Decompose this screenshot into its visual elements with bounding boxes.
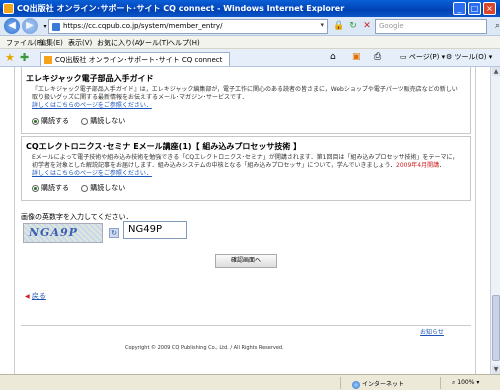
tab-toolbar-row: ★ ✚ CQ出版社 オンライン･サポート･サイト CQ connect ⌂ ▣ … (0, 49, 500, 67)
home-icon[interactable]: ⌂ (330, 52, 336, 62)
newsletter-desc-text: 『エレキジャック電子部品入手ガイド』は，エレキジャック編集部が，電子工作に関心の… (32, 86, 458, 101)
forward-icon[interactable]: ▶ (22, 18, 38, 34)
newsletter-subscribe-label: 購読する (41, 117, 69, 125)
address-url: https://cc.cqpub.co.jp/system/member_ent… (63, 22, 223, 30)
newsletter-options: 購読する 購読しない (32, 116, 135, 126)
lock-icon[interactable]: 🔒 (332, 20, 346, 33)
newsletter-details-link[interactable]: 詳しくはこちらのページをご参照ください． (32, 102, 152, 109)
search-placeholder: Google (379, 22, 404, 30)
seminar-unsubscribe-label: 購読しない (90, 184, 126, 192)
scroll-down-icon[interactable]: ▼ (492, 365, 500, 374)
add-favorites-icon[interactable]: ✚ (20, 51, 29, 64)
back-link-label: 戻る (31, 292, 46, 300)
status-divider (340, 377, 341, 389)
menu-help[interactable]: ヘルプ(H) (168, 38, 200, 48)
seminar-unsubscribe-radio[interactable] (81, 184, 89, 192)
seminar-section: CQエレクトロニクス･セミナ Eメール講座(1)【 組み込みプロセッサ技術 】 … (21, 136, 471, 201)
page-body: エレキジャック電子部品入手ガイド 『エレキジャック電子部品入手ガイド』は，エレキ… (14, 67, 476, 374)
menu-edit[interactable]: 編集(E) (39, 38, 63, 48)
menu-file[interactable]: ファイル(F) (6, 38, 44, 48)
menu-bar: ファイル(F) 編集(E) 表示(V) お気に入り(A) ツール(T) ヘルプ(… (0, 36, 500, 49)
seminar-subscribe-label: 購読する (41, 184, 69, 192)
feeds-icon[interactable]: ▣ (352, 52, 361, 62)
back-icon[interactable]: ◀ (4, 18, 20, 34)
tab-current[interactable]: CQ出版社 オンライン･サポート･サイト CQ connect (40, 52, 230, 66)
captcha-label: 画像の英数字を入力してください． (21, 213, 133, 221)
newsletter-subscribe-radio[interactable] (32, 117, 39, 125)
window-title: CQ出版社 オンライン･サポート･サイト CQ connect - Window… (17, 4, 345, 13)
minimize-button[interactable]: _ (453, 2, 466, 15)
seminar-desc-text: Eメールによって電子技術や組み込み技術を勉強できる「CQエレクトロニクス･セミナ… (32, 154, 459, 169)
close-button[interactable]: × (483, 2, 496, 15)
refresh-icon[interactable]: ↻ (346, 20, 360, 33)
newsletter-section: エレキジャック電子部品入手ガイド 『エレキジャック電子部品入手ガイド』は，エレキ… (21, 67, 471, 134)
menu-tools[interactable]: ツール(T) (138, 38, 169, 48)
menu-favorites[interactable]: お気に入り(A) (97, 38, 142, 48)
status-zone-label: インターネット (362, 381, 405, 388)
copyright: Copyright © 2009 CQ Publishing Co., Ltd.… (125, 345, 284, 351)
newsletter-unsubscribe-radio[interactable] (81, 117, 89, 125)
confirm-button[interactable]: 確認画面へ (215, 254, 277, 268)
search-icon[interactable]: ⌕ (495, 21, 500, 31)
status-bar: インターネット ⌕ 100% ▾ (0, 374, 500, 390)
menu-view[interactable]: 表示(V) (68, 38, 92, 48)
seminar-details-link[interactable]: 詳しくはこちらのページをご参照ください． (32, 170, 152, 177)
seminar-start-date: 2009年4月開講 (396, 162, 440, 169)
page-viewport: エレキジャック電子部品入手ガイド 『エレキジャック電子部品入手ガイド』は，エレキ… (0, 67, 490, 374)
print-icon[interactable]: ⎙ (374, 52, 381, 62)
address-input[interactable]: https://cc.cqpub.co.jp/system/member_ent… (48, 19, 328, 34)
tools-menu[interactable]: ⚙ ツール(O) ▾ (446, 52, 492, 62)
page-menu[interactable]: ▭ ページ(P) ▾ (400, 52, 445, 62)
status-zone: インターネット (352, 379, 404, 389)
newsletter-description: 『エレキジャック電子部品入手ガイド』は，エレキジャック編集部が，電子工作に関心の… (32, 86, 462, 110)
captcha-input[interactable]: NG49P (123, 221, 187, 239)
internet-zone-icon (352, 380, 360, 389)
back-arrow-icon: ◀ (25, 293, 30, 300)
page-menu-label: ページ(P) (408, 53, 440, 61)
status-divider-2 (440, 377, 441, 389)
stop-icon[interactable]: ✕ (360, 20, 374, 33)
address-dropdown-icon[interactable]: ▾ (320, 21, 324, 29)
newsletter-unsubscribe-label: 購読しない (90, 117, 126, 125)
tab-label: CQ出版社 オンライン･サポート･サイト CQ connect (55, 56, 223, 64)
zoom-icon: ⌕ (452, 379, 456, 386)
seminar-subscribe-radio[interactable] (32, 184, 39, 192)
page-icon (52, 23, 60, 31)
zoom-control[interactable]: ⌕ 100% ▾ (452, 379, 479, 387)
seminar-title: CQエレクトロニクス･セミナ Eメール講座(1)【 組み込みプロセッサ技術 】 (26, 142, 302, 151)
notice-link[interactable]: お知らせ (420, 327, 444, 336)
footer-divider (21, 325, 471, 326)
zoom-level: 100% (457, 379, 475, 386)
maximize-button[interactable]: □ (468, 2, 481, 15)
seminar-description: Eメールによって電子技術や組み込み技術を勉強できる「CQエレクトロニクス･セミナ… (32, 154, 462, 178)
vertical-scrollbar[interactable]: ▲ ▼ (490, 67, 500, 374)
search-input[interactable]: Google ⌕ (375, 19, 500, 34)
ie-app-icon (3, 3, 14, 14)
scroll-thumb[interactable] (492, 295, 500, 361)
tools-menu-label: ツール(O) (454, 53, 487, 61)
tab-page-icon (44, 56, 52, 64)
captcha-image: NGA9P (23, 223, 103, 243)
captcha-refresh-icon[interactable]: ↻ (109, 228, 119, 238)
scroll-up-icon[interactable]: ▲ (492, 67, 500, 76)
address-row: ◀ ▶ ▾ https://cc.cqpub.co.jp/system/memb… (0, 17, 500, 36)
seminar-options: 購読する 購読しない (32, 183, 135, 193)
newsletter-title: エレキジャック電子部品入手ガイド (26, 74, 154, 83)
back-link[interactable]: ◀ 戻る (25, 291, 46, 301)
title-bar: CQ出版社 オンライン･サポート･サイト CQ connect - Window… (0, 0, 500, 17)
favorites-star-icon[interactable]: ★ (5, 51, 15, 64)
